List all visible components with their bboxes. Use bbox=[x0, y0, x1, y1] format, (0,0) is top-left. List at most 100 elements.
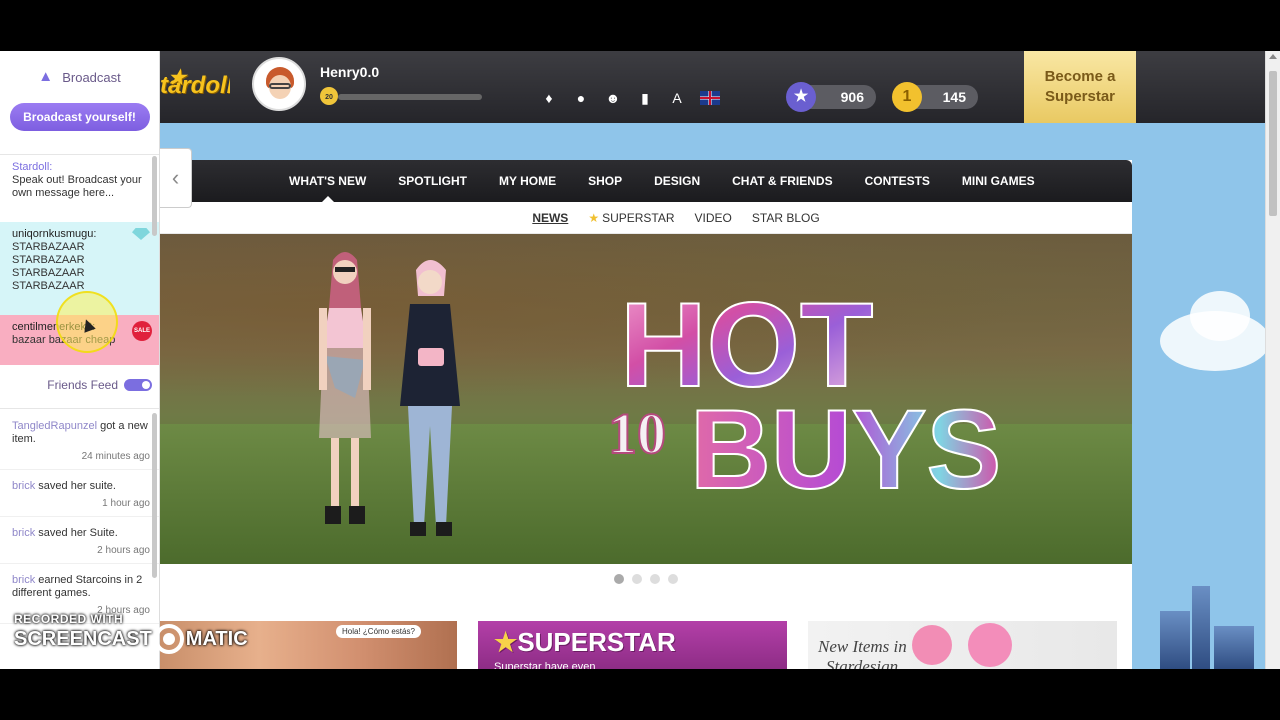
feed-action: saved her suite. bbox=[35, 480, 116, 492]
superstar-star-icon: ★ bbox=[494, 627, 518, 657]
separator: : bbox=[49, 161, 53, 173]
avatar-glasses bbox=[269, 83, 291, 89]
separator: : bbox=[93, 228, 97, 240]
level-progress-bar bbox=[338, 94, 482, 100]
gem-icon bbox=[132, 228, 150, 240]
nav-shop[interactable]: SHOP bbox=[572, 160, 638, 202]
sidebar-collapse-button[interactable]: ‹ bbox=[160, 148, 192, 208]
bell-icon[interactable]: ♦ bbox=[540, 89, 558, 107]
subnav-video[interactable]: VIDEO bbox=[695, 211, 732, 225]
broadcast-yourself-button[interactable]: Broadcast yourself! bbox=[9, 103, 150, 131]
watermark-matic: MATIC bbox=[185, 627, 248, 650]
screen-frame: ▲ Broadcast Broadcast yourself! Stardoll… bbox=[0, 0, 1280, 720]
hot-buys-title-art: HOT 10 BUYS bbox=[607, 278, 1002, 508]
subnav-superstar[interactable]: ★ SUPERSTAR bbox=[588, 211, 674, 225]
feed-time: 24 minutes ago bbox=[81, 451, 150, 462]
promo-speech-bubble: Hola! ¿Cómo estás? bbox=[336, 625, 421, 638]
hot-buys-banner[interactable]: HOT 10 BUYS bbox=[160, 234, 1132, 564]
nav-my-home[interactable]: MY HOME bbox=[483, 160, 572, 202]
broadcast-user[interactable]: uniqornkusmugu bbox=[12, 228, 93, 240]
nav-whats-new[interactable]: WHAT'S NEW bbox=[273, 160, 382, 202]
promo-pink-circle bbox=[968, 623, 1012, 667]
friends-icon[interactable]: ☻ bbox=[604, 89, 622, 107]
cloud-decoration bbox=[1190, 291, 1250, 341]
promo-new-items[interactable]: New Items in Stardesign bbox=[808, 621, 1117, 669]
banner-number: 10 bbox=[608, 401, 666, 466]
avatar[interactable] bbox=[252, 57, 306, 111]
nav-chat-friends[interactable]: CHAT & FRIENDS bbox=[716, 160, 848, 202]
carousel-dot[interactable] bbox=[650, 574, 660, 584]
feed-item: brick saved her Suite. 2 hours ago bbox=[0, 517, 159, 564]
promo-superstar[interactable]: ★SUPERSTAR Superstar have even bbox=[478, 621, 787, 669]
level-badge: 20 bbox=[320, 87, 338, 105]
stardoll-logo[interactable]: ★ tardoll bbox=[160, 61, 230, 111]
header-icon-row: ♦ ● ☻ ▮ A bbox=[540, 89, 720, 107]
site-header: ★ tardoll Henry0.0 20 ♦ ● ☻ ▮ A ★ 906 1 … bbox=[160, 51, 1265, 123]
starcoins-value: 145 bbox=[942, 89, 966, 105]
feed-user-link[interactable]: brick bbox=[12, 574, 35, 586]
city-decoration bbox=[1160, 611, 1190, 669]
banner-buys-text: BUYS bbox=[690, 387, 1001, 508]
main-nav: WHAT'S NEW SPOTLIGHT MY HOME SHOP DESIGN… bbox=[160, 160, 1132, 202]
feed-user-link[interactable]: brick bbox=[12, 527, 35, 539]
promo-superstar-label: SUPERSTAR bbox=[517, 627, 676, 657]
promo-pink-circle bbox=[912, 625, 952, 665]
subnav-news[interactable]: NEWS bbox=[532, 211, 568, 225]
feed-action: saved her Suite. bbox=[35, 527, 118, 539]
broadcast-item[interactable]: uniqornkusmugu: STARBAZAAR STARBAZAAR ST… bbox=[0, 222, 159, 315]
starcoins-balance[interactable]: 1 145 bbox=[892, 82, 978, 112]
broadcast-text: Speak out! Broadcast your own message he… bbox=[12, 174, 142, 199]
promo-new-items-sub: Stardesign bbox=[826, 657, 899, 669]
nav-mini-games[interactable]: MINI GAMES bbox=[946, 160, 1051, 202]
carousel-dot[interactable] bbox=[632, 574, 642, 584]
feed-time: 2 hours ago bbox=[97, 545, 150, 556]
screencast-watermark: RECORDED WITH SCREENCAST MATIC bbox=[14, 612, 248, 654]
broadcast-user[interactable]: Stardoll bbox=[12, 161, 49, 173]
uk-flag-icon[interactable] bbox=[700, 91, 720, 105]
watermark-line2: SCREENCAST MATIC bbox=[14, 624, 248, 654]
promo-row: Hola! ¿Cómo estás? ★SUPERSTAR Superstar … bbox=[160, 621, 1132, 669]
logo-star-icon: ★ bbox=[168, 67, 186, 89]
feed-item: brick saved her suite. 1 hour ago bbox=[0, 470, 159, 517]
page-scrollbar[interactable] bbox=[1265, 51, 1280, 669]
nav-contests[interactable]: CONTESTS bbox=[849, 160, 946, 202]
city-decoration bbox=[1214, 626, 1254, 669]
promo-superstar-sub: Superstar have even bbox=[494, 661, 596, 669]
feed-item: TangledRapunzel got a new item. 24 minut… bbox=[0, 410, 159, 470]
stardollars-balance[interactable]: ★ 906 bbox=[786, 82, 876, 112]
sale-badge: SALE bbox=[132, 321, 152, 341]
carousel-dots bbox=[160, 574, 1132, 584]
broadcast-sidebar: ▲ Broadcast Broadcast yourself! Stardoll… bbox=[0, 51, 160, 669]
feed-user-link[interactable]: brick bbox=[12, 480, 35, 492]
subnav-star-blog[interactable]: STAR BLOG bbox=[752, 211, 820, 225]
stardollar-icon: ★ bbox=[786, 82, 816, 112]
carousel-dot[interactable] bbox=[614, 574, 624, 584]
bookmark-icon[interactable]: ▮ bbox=[636, 89, 654, 107]
chat-icon[interactable]: ● bbox=[572, 89, 590, 107]
broadcast-text: bazaar bazaar cheap bbox=[12, 334, 116, 346]
broadcast-list[interactable]: Stardoll: Speak out! Broadcast your own … bbox=[0, 154, 159, 365]
broadcast-scrollbar[interactable] bbox=[152, 156, 157, 236]
username[interactable]: Henry0.0 bbox=[320, 64, 379, 80]
feed-scrollbar[interactable] bbox=[152, 413, 157, 578]
megaphone-icon: ▲ bbox=[38, 68, 54, 85]
font-icon[interactable]: A bbox=[668, 89, 686, 107]
scroll-up-icon[interactable] bbox=[1269, 54, 1277, 59]
nav-design[interactable]: DESIGN bbox=[638, 160, 716, 202]
become-superstar-button[interactable]: Become a Superstar bbox=[1024, 51, 1136, 123]
broadcast-item[interactable]: Stardoll: Speak out! Broadcast your own … bbox=[0, 155, 159, 222]
watermark-screencast: SCREENCAST bbox=[14, 627, 152, 650]
scrollbar-thumb[interactable] bbox=[1269, 71, 1277, 216]
friends-feed-toggle[interactable] bbox=[124, 378, 152, 391]
subnav-superstar-label: SUPERSTAR bbox=[602, 210, 675, 225]
sub-nav: NEWS ★ SUPERSTAR VIDEO STAR BLOG bbox=[160, 202, 1132, 234]
star-icon: ★ bbox=[588, 210, 600, 225]
screencast-logo-icon bbox=[153, 624, 184, 654]
nav-spotlight[interactable]: SPOTLIGHT bbox=[382, 160, 483, 202]
promo-superstar-title: ★SUPERSTAR bbox=[494, 627, 676, 658]
nav-items: WHAT'S NEW SPOTLIGHT MY HOME SHOP DESIGN… bbox=[273, 160, 1051, 202]
feed-user-link[interactable]: TangledRapunzel bbox=[12, 420, 97, 432]
carousel-dot[interactable] bbox=[668, 574, 678, 584]
friends-feed-list[interactable]: TangledRapunzel got a new item. 24 minut… bbox=[0, 410, 159, 624]
friends-feed-title: Friends Feed bbox=[47, 377, 118, 392]
